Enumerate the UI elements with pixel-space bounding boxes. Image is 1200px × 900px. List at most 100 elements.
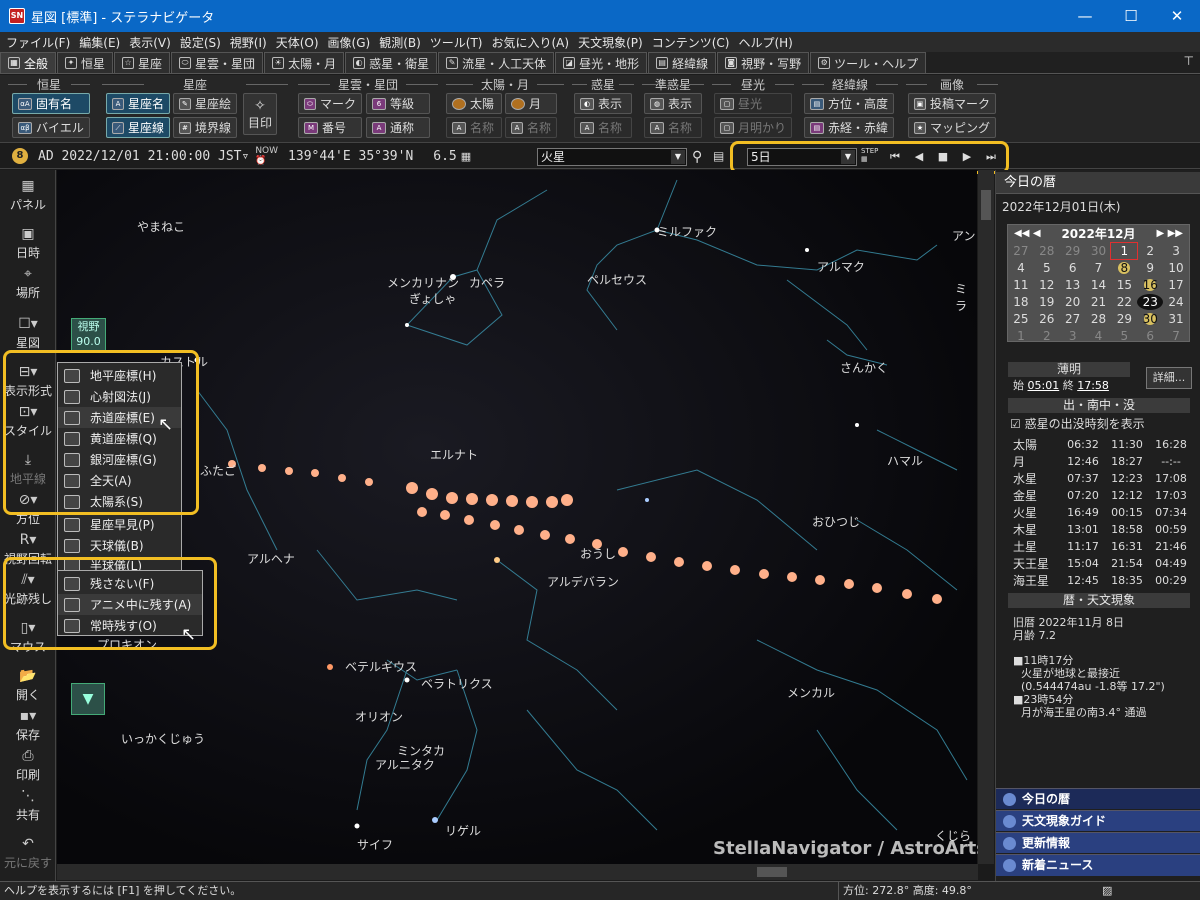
post-mark-button[interactable]: ▣ 投稿マーク: [908, 93, 996, 114]
tab-daylight[interactable]: ◪ 昼光・地形: [555, 52, 648, 73]
calendar-day-moon[interactable]: 30: [1137, 311, 1163, 327]
close-button[interactable]: ✕: [1154, 0, 1200, 32]
menu-item[interactable]: 天球儀(B): [58, 535, 181, 556]
play-back-icon[interactable]: ◀: [910, 148, 928, 166]
menu-item[interactable]: 星座早見(P): [58, 514, 181, 535]
calendar-day[interactable]: 4: [1008, 260, 1034, 276]
nav-updates[interactable]: 更新情報: [996, 832, 1200, 853]
menu-favorites[interactable]: お気に入り(A): [492, 34, 570, 51]
menu-contents[interactable]: コンテンツ(C): [652, 34, 730, 51]
tab-stars[interactable]: ✦ 恒星: [57, 52, 114, 73]
calendar-day[interactable]: 1: [1008, 328, 1034, 344]
scroll-thumb[interactable]: [757, 867, 787, 877]
sun-name-button[interactable]: A 名称: [446, 117, 502, 138]
fov-indicator[interactable]: 視野 90.0: [71, 318, 106, 352]
menu-observe[interactable]: 観測(B): [379, 34, 421, 51]
menu-settings[interactable]: 設定(S): [180, 34, 221, 51]
calendar-day[interactable]: 22: [1111, 294, 1137, 310]
const-art-button[interactable]: ✎ 星座絵: [173, 93, 237, 114]
zoom-out-button[interactable]: ▼: [71, 683, 105, 715]
calendar-day[interactable]: 5: [1111, 328, 1137, 344]
mapping-button[interactable]: ★ マッピング: [908, 117, 996, 138]
calendar-day[interactable]: 20: [1060, 294, 1086, 310]
play-icon[interactable]: ▶: [958, 148, 976, 166]
twilight-end[interactable]: 17:58: [1077, 379, 1109, 392]
nav-phenomena-guide[interactable]: 天文現象ガイド: [996, 810, 1200, 831]
calendar-day[interactable]: 25: [1008, 311, 1034, 327]
calendar-day[interactable]: 21: [1086, 294, 1112, 310]
keyboard-icon[interactable]: ▦: [461, 150, 471, 163]
calendar-day[interactable]: 4: [1086, 328, 1112, 344]
calendar-day[interactable]: 31: [1163, 311, 1189, 327]
calendar-day[interactable]: 3: [1060, 328, 1086, 344]
target-select[interactable]: 火星 ▼: [537, 148, 687, 166]
maximize-button[interactable]: ☐: [1108, 0, 1154, 32]
calendar-day[interactable]: 7: [1163, 328, 1189, 344]
stellanavi-icon[interactable]: 8: [12, 148, 28, 164]
const-line-button[interactable]: ⟋ 星座線: [106, 117, 170, 138]
const-name-button[interactable]: A 星座名: [106, 93, 170, 114]
tab-tools[interactable]: ⚙ ツール・ヘルプ: [810, 52, 927, 73]
tab-planets[interactable]: ◐ 惑星・衛星: [345, 52, 438, 73]
undo-button[interactable]: ↶ 元に戻す: [0, 836, 56, 871]
tab-general[interactable]: ▦ 全般: [0, 52, 57, 73]
panel-button[interactable]: ▦ パネル: [0, 178, 56, 213]
prev-month-icon[interactable]: ◀◀ ◀: [1014, 225, 1041, 243]
calendar-day[interactable]: 26: [1034, 311, 1060, 327]
minimize-button[interactable]: —: [1062, 0, 1108, 32]
calendar-day-moon[interactable]: 8: [1111, 260, 1137, 276]
skip-forward-icon[interactable]: ⏭: [982, 148, 1000, 166]
tab-gridlines[interactable]: ▤ 経緯線: [648, 52, 717, 73]
tab-sun-moon[interactable]: ☀ 太陽・月: [264, 52, 345, 73]
boundary-button[interactable]: # 境界線: [173, 117, 237, 138]
nebula-mark-button[interactable]: ⬭ マーク: [298, 93, 362, 114]
calendar-day[interactable]: 11: [1008, 277, 1034, 293]
stop-icon[interactable]: ■: [934, 148, 952, 166]
next-month-icon[interactable]: ▶ ▶▶: [1156, 225, 1183, 243]
menu-help[interactable]: ヘルプ(H): [738, 34, 792, 51]
calendar-day[interactable]: 30: [1086, 243, 1112, 259]
daylight-button[interactable]: ▢ 昼光: [714, 93, 792, 114]
tab-constellations[interactable]: ☆ 星座: [114, 52, 171, 73]
nebula-common-name-button[interactable]: A 通称: [366, 117, 430, 138]
location-display[interactable]: 139°44'E 35°39'N: [288, 149, 413, 164]
datetime-display[interactable]: AD 2022/12/01 21:00:00 JST▿: [38, 149, 249, 164]
search-icon[interactable]: ⚲: [692, 149, 702, 165]
calendar-day[interactable]: 3: [1163, 243, 1189, 259]
planet-show-button[interactable]: ◐ 表示: [574, 93, 632, 114]
tab-fov[interactable]: ◙ 視野・写野: [717, 52, 810, 73]
scroll-thumb[interactable]: [981, 190, 991, 220]
calendar-day[interactable]: 2: [1137, 243, 1163, 259]
calendar-day[interactable]: 6: [1137, 328, 1163, 344]
sun-button[interactable]: 太陽: [446, 93, 502, 114]
twilight-start[interactable]: 05:01: [1028, 379, 1060, 392]
horizontal-scrollbar[interactable]: [57, 864, 978, 880]
calendar-day-moon[interactable]: 16: [1137, 277, 1163, 293]
bayer-button[interactable]: αβ バイエル: [12, 117, 90, 138]
menu-edit[interactable]: 編集(E): [79, 34, 120, 51]
resize-grip-icon[interactable]: ▨: [1102, 882, 1112, 900]
calendar-day[interactable]: 17: [1163, 277, 1189, 293]
calendar-day[interactable]: 7: [1086, 260, 1112, 276]
list-icon[interactable]: ▤: [713, 149, 724, 163]
now-icon[interactable]: NOW ⏰: [255, 146, 278, 166]
show-planet-times-checkbox[interactable]: ☑ 惑星の出没時刻を表示: [1010, 415, 1145, 432]
calendar-day[interactable]: 28: [1034, 243, 1060, 259]
calendar-day[interactable]: 29: [1060, 243, 1086, 259]
nav-news[interactable]: 新着ニュース: [996, 854, 1200, 876]
moonlight-button[interactable]: ▢ 月明かり: [714, 117, 792, 138]
planet-name-button[interactable]: A 名称: [574, 117, 632, 138]
menu-image[interactable]: 画像(G): [328, 34, 371, 51]
calendar-day[interactable]: 18: [1008, 294, 1034, 310]
nav-today-calendar[interactable]: 今日の暦: [996, 788, 1200, 809]
menu-phenomena[interactable]: 天文現象(P): [578, 34, 643, 51]
calendar-day-newmoon[interactable]: 23: [1137, 294, 1164, 310]
share-button[interactable]: ⋱ 共有: [0, 788, 56, 823]
detail-button[interactable]: 詳細...: [1146, 367, 1192, 389]
calendar-day[interactable]: 12: [1034, 277, 1060, 293]
step-button[interactable]: STEP ▦: [861, 147, 878, 163]
calendar-day[interactable]: 10: [1163, 260, 1189, 276]
calendar-day[interactable]: 27: [1008, 243, 1034, 259]
save-button[interactable]: ▪▾ 保存: [0, 708, 56, 743]
calendar-day-today[interactable]: 1: [1110, 242, 1139, 260]
